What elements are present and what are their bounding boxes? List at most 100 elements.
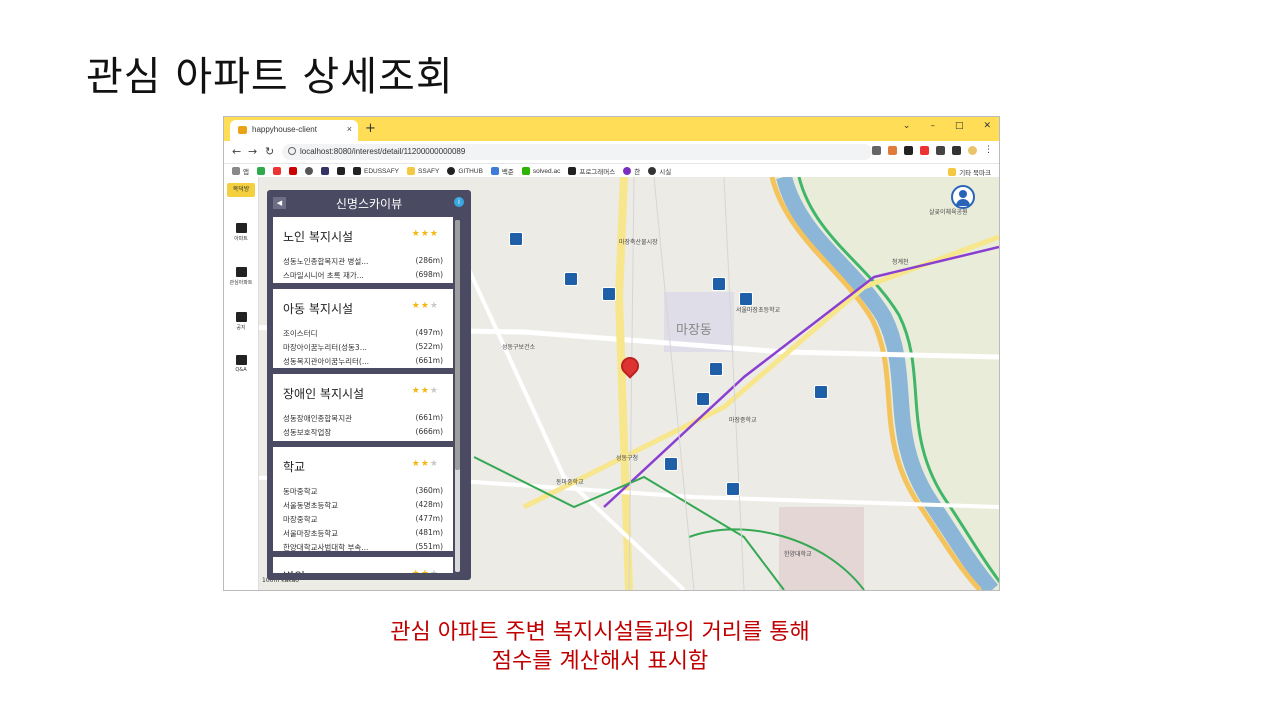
bookmark-solvedac[interactable]: solved.ac	[521, 167, 560, 175]
facility-marker-icon[interactable]	[664, 457, 678, 471]
bookmark-edussafy[interactable]: EDUSSAFY	[352, 167, 399, 175]
star-icon: ★	[411, 301, 421, 311]
star-icon: ★	[411, 386, 421, 396]
map-label: 서울마장초등학교	[736, 308, 781, 314]
star-icon: ★	[429, 229, 439, 239]
category-card-disabled: 장애인 복지시설 ★★★ 성동장애인종합복지관 (661m) 성동보호작업장 (66…	[273, 374, 453, 441]
facility-marker-icon[interactable]	[739, 292, 753, 306]
sidepanel-icon[interactable]	[952, 146, 961, 155]
extension-icon[interactable]	[872, 146, 881, 155]
bookmark-icon[interactable]	[320, 167, 329, 175]
page-content: 마장동 성동구청 한양대학교 청계천 살곶이체육공원 동마중학교 마장중학교 서…	[224, 177, 999, 590]
facility-row: 서울동명초등학교 (428m)	[283, 500, 443, 510]
facility-marker-icon[interactable]	[696, 392, 710, 406]
facility-marker-icon[interactable]	[509, 232, 523, 246]
app-logo[interactable]: 복덕방	[227, 183, 255, 197]
profile-icon[interactable]	[968, 146, 977, 155]
star-icon: ★	[420, 386, 430, 396]
apartment-detail-panel: ◀ 신명스카이뷰 i 노인 복지시설 ★★★ 성동노인종합복지관 병설... (2…	[267, 190, 471, 580]
browser-window: happyhouse-client × + ⌄ – □ ✕ ← → ↻ loca…	[223, 116, 1000, 591]
map-label: 한양대학교	[784, 552, 812, 558]
star-icon: ★	[420, 459, 430, 469]
facility-row: 성동보호작업장 (666m)	[283, 427, 443, 437]
map-label: 성동구보건소	[502, 345, 536, 351]
close-window-button[interactable]: ✕	[983, 121, 991, 131]
facility-marker-icon[interactable]	[709, 362, 723, 376]
bookmark-baekjoon[interactable]: 백준	[490, 166, 514, 176]
star-icon: ★	[412, 569, 421, 573]
map-label: 마장중학교	[729, 418, 757, 424]
address-bar[interactable]: localhost:8080/interest/detail/112000000…	[282, 144, 872, 160]
welfare-category-list[interactable]: 노인 복지시설 ★★★ 성동노인종합복지관 병설... (286m) 스마일시니어…	[273, 217, 453, 573]
info-icon[interactable]: i	[454, 197, 464, 207]
facility-row: 마장중학교 (477m)	[283, 514, 443, 524]
category-card-elderly: 노인 복지시설 ★★★ 성동노인종합복지관 병설... (286m) 스마일시니어…	[273, 217, 453, 283]
category-card-school: 학교 ★★★ 동마중학교 (360m) 서울동명초등학교 (428m) 마장중학교(…	[273, 447, 453, 552]
menu-icon[interactable]: ⋮	[984, 146, 993, 155]
star-rating: ★★★	[412, 386, 439, 396]
bookmark-icon[interactable]	[256, 167, 265, 175]
bookmark-other[interactable]: 기타 북마크	[948, 167, 991, 177]
bookmark-apps[interactable]: 앱	[232, 166, 249, 176]
facility-row: 마장아이꿈누리터(성동3... (522m)	[283, 342, 443, 352]
facility-marker-icon[interactable]	[602, 287, 616, 301]
flag-icon	[235, 267, 247, 277]
facility-row: 조이스터디 (497m)	[283, 328, 443, 338]
facility-marker-icon[interactable]	[712, 277, 726, 291]
bookmark-sisil[interactable]: 시실	[648, 166, 671, 176]
reload-icon[interactable]: ↻	[265, 145, 274, 158]
site-info-icon[interactable]	[288, 147, 296, 155]
map-label: 청계천	[892, 260, 909, 266]
bookmark-ssafy[interactable]: SSAFY	[407, 167, 439, 175]
nav-item-qna[interactable]: Q&A	[224, 355, 258, 373]
star-icon: ★	[430, 569, 439, 573]
panel-scrollbar[interactable]	[455, 220, 460, 572]
star-icon: ★	[421, 569, 430, 573]
nav-item-interest[interactable]: 관심아파트	[224, 267, 258, 286]
user-avatar-icon[interactable]	[951, 185, 975, 209]
new-tab-button[interactable]: +	[365, 121, 376, 136]
facility-row: 서울마장초등학교 (481m)	[283, 528, 443, 538]
extension-icon[interactable]	[888, 146, 897, 155]
puzzle-icon[interactable]	[936, 146, 945, 155]
bookmark-icon[interactable]	[288, 167, 297, 175]
apartment-name: 신명스카이뷰	[335, 197, 403, 211]
url-text: localhost:8080/interest/detail/112000000…	[300, 147, 466, 156]
extension-icon[interactable]	[920, 146, 929, 155]
nav-item-apartment[interactable]: 아파트	[224, 223, 258, 242]
category-card-children: 아동 복지시설 ★★★ 조이스터디 (497m) 마장아이꿈누리터(성동3...(…	[273, 289, 453, 368]
tab-close-icon[interactable]: ×	[347, 124, 352, 134]
facility-row: 스마일시니어 초록 재가... (698m)	[283, 270, 443, 280]
tab-search-icon[interactable]: ⌄	[903, 121, 911, 131]
bookmark-programmers[interactable]: 프로그래머스	[568, 166, 615, 176]
extension-icon[interactable]	[904, 146, 913, 155]
bookmark-icon[interactable]	[272, 167, 281, 175]
bookmark-han[interactable]: 한	[623, 166, 640, 176]
star-rating: ★★★	[412, 569, 439, 573]
slide-title: 관심 아파트 상세조회	[86, 54, 454, 100]
star-icon: ★	[429, 301, 439, 311]
minimize-button[interactable]: –	[930, 121, 935, 131]
facility-marker-icon[interactable]	[814, 385, 828, 399]
facility-row: 동마중학교 (360m)	[283, 486, 443, 496]
scrollbar-thumb[interactable]	[455, 220, 460, 470]
building-icon	[235, 223, 247, 233]
nav-item-notice[interactable]: 공지	[224, 312, 258, 331]
star-icon: ★	[420, 229, 430, 239]
facility-row: 성동장애인종합복지관 (661m)	[283, 413, 443, 423]
forward-icon[interactable]: →	[248, 145, 257, 158]
tab-bar: happyhouse-client × + ⌄ – □ ✕	[224, 117, 999, 141]
back-icon[interactable]: ←	[232, 145, 241, 158]
megaphone-icon	[235, 312, 247, 322]
maximize-button[interactable]: □	[955, 121, 964, 131]
facility-marker-icon[interactable]	[564, 272, 578, 286]
facility-row: 성동복지관아이꿈누리터(... (661m)	[283, 356, 443, 366]
bookmark-icon[interactable]	[304, 167, 313, 175]
facility-marker-icon[interactable]	[726, 482, 740, 496]
bookmark-icon[interactable]	[336, 167, 345, 175]
slide-caption: 관심 아파트 주변 복지시설들과의 거리를 통해 점수를 계산해서 표시함	[300, 618, 900, 676]
browser-tab[interactable]: happyhouse-client ×	[230, 120, 358, 141]
bookmark-github[interactable]: GITHUB	[447, 167, 483, 175]
side-navigation: 복덕방 아파트 관심아파트 공지 Q&A	[224, 177, 259, 590]
favicon-icon	[238, 126, 247, 134]
